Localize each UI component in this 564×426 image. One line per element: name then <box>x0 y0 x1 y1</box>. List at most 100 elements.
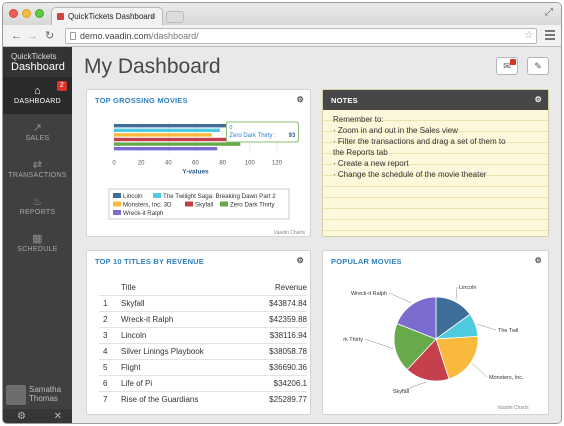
table-row[interactable]: 6 Life of Pi $34206.1 <box>99 374 307 391</box>
panel-settings-icon[interactable]: ⚙ <box>535 256 542 265</box>
notification-badge: 2 <box>57 81 67 91</box>
sidebar-item-label: SALES <box>25 135 50 142</box>
pie-chart: Lincoln The Twil Monsters, Inc. Skyfall rk T… <box>343 285 529 411</box>
row-number: 5 <box>99 358 121 375</box>
top-grossing-panel: TOP GROSSING MOVIES ⚙ 0 20 40 60 80 100 120 Y-v… <box>86 89 311 237</box>
row-number: 6 <box>99 374 121 391</box>
panel-title-text: NOTES <box>331 96 358 105</box>
fullscreen-icon[interactable]: ⤢ <box>545 7 553 18</box>
header-title[interactable]: Title <box>121 281 249 295</box>
tab-close-icon[interactable]: × <box>151 11 156 21</box>
x-axis-label: Y-values <box>182 169 209 176</box>
pie-connector <box>477 323 497 331</box>
bar-3 <box>114 137 237 142</box>
browser-menu-icon[interactable] <box>545 30 555 40</box>
panel-title-text: POPULAR MOVIES <box>331 257 402 266</box>
table-row[interactable]: 7 Rise of the Guardians $25289.77 <box>99 390 307 407</box>
header-num <box>99 281 121 295</box>
legend-swatch <box>113 193 121 198</box>
table-row[interactable]: 4 Silver Linings Playbook $38058.78 <box>99 342 307 359</box>
legend-item: Zero Dark Thirty <box>230 202 275 209</box>
page-icon <box>70 32 76 40</box>
row-revenue: $38116.94 <box>248 326 307 343</box>
legend-swatch <box>113 210 121 215</box>
app-logo: QuickTickets Dashboard <box>3 47 72 77</box>
panel-settings-icon[interactable]: ⚙ <box>535 95 542 104</box>
sidebar-item-reports[interactable]: ♨ REPORTS <box>3 188 72 225</box>
new-tab-button[interactable] <box>166 11 184 23</box>
minimize-window-button[interactable] <box>22 9 31 18</box>
pie-label: rk Thirty <box>343 337 363 343</box>
note-line: · Create a new report <box>333 159 409 168</box>
pie-label: Lincoln <box>459 285 476 291</box>
row-number: 4 <box>99 342 121 359</box>
avatar <box>6 385 26 405</box>
legend-swatch <box>153 193 161 198</box>
calendar-icon: ▦ <box>32 233 43 245</box>
maximize-window-button[interactable] <box>35 9 44 18</box>
table-row[interactable]: 2 Wreck-it Ralph $42359.88 <box>99 310 307 327</box>
pie-connector <box>364 338 394 349</box>
row-number: 7 <box>99 390 121 407</box>
url-input[interactable]: demo.vaadin.com/dashboard/ ☆ <box>65 28 537 44</box>
flame-icon: ♨ <box>32 196 43 208</box>
x-tick-label: 120 <box>272 161 283 167</box>
dashboard-app: QuickTickets Dashboard ⌂ DASHBOARD 2 ↗ S… <box>3 47 561 423</box>
logo-line2: Dashboard <box>11 61 65 73</box>
row-revenue: $42359.88 <box>248 310 307 327</box>
notes-textarea[interactable]: Remember to: · Zoom in and out in the Sal… <box>323 110 548 236</box>
note-line: · Filter the transactions and drag a set… <box>333 137 506 146</box>
panel-settings-icon[interactable]: ⚙ <box>297 95 304 104</box>
top10-panel: TOP 10 TITLES BY REVENUE ⚙ Title Revenue… <box>86 250 311 415</box>
row-title: Wreck-it Ralph <box>121 310 249 327</box>
notifications-button[interactable]: ✉ <box>496 57 518 75</box>
sidebar-item-sales[interactable]: ↗ SALES <box>3 114 72 151</box>
close-window-button[interactable] <box>9 9 18 18</box>
sidebar-item-label: SCHEDULE <box>17 246 58 253</box>
legend-item: The Twilight Saga: Breaking Dawn Part 2 <box>163 193 276 200</box>
legend-swatch <box>113 201 121 207</box>
table-row[interactable]: 3 Lincoln $38116.94 <box>99 326 307 343</box>
tooltip-value: 93 <box>289 133 296 139</box>
panel-title: POPULAR MOVIES ⚙ <box>323 251 548 271</box>
row-number: 3 <box>99 326 121 343</box>
table-row[interactable]: 1 Skyfall $43874.84 <box>99 294 307 311</box>
sidebar-item-transactions[interactable]: ⇄ TRANSACTIONS <box>3 151 72 188</box>
pie-label: The Twil <box>498 328 518 334</box>
main-content: My Dashboard ✉ ✎ TOP GROSSING MOVIES ⚙ 0… <box>72 47 561 423</box>
row-title: Rise of the Guardians <box>121 390 249 407</box>
sidebar-item-dashboard[interactable]: ⌂ DASHBOARD 2 <box>3 77 72 114</box>
tab-title: QuickTickets Dashboard <box>68 12 155 21</box>
back-icon[interactable]: ← <box>11 29 22 43</box>
user-profile[interactable]: Samatha Thomas <box>3 383 72 409</box>
reload-icon[interactable]: ↻ <box>45 29 54 43</box>
page-title: My Dashboard <box>84 55 221 78</box>
bookmark-star-icon[interactable]: ☆ <box>524 29 533 43</box>
sidebar-item-schedule[interactable]: ▦ SCHEDULE <box>3 225 72 262</box>
forward-icon[interactable]: → <box>27 29 38 43</box>
sidebar-item-label: TRANSACTIONS <box>8 172 67 179</box>
browser-tab[interactable]: QuickTickets Dashboard × <box>51 7 163 25</box>
legend-item: Monsters, Inc. 3D <box>123 202 172 209</box>
popular-movies-panel: POPULAR MOVIES ⚙ Lincoln The Twil Monsters… <box>322 250 549 415</box>
settings-gear-icon[interactable]: ⚙ <box>17 411 26 422</box>
edit-button[interactable]: ✎ <box>527 57 549 75</box>
row-revenue: $36690.36 <box>248 358 307 375</box>
row-title: Silver Linings Playbook <box>121 342 249 359</box>
logout-icon[interactable]: ✕ <box>54 411 62 422</box>
row-title: Life of Pi <box>121 374 249 391</box>
header-revenue[interactable]: Revenue <box>249 281 307 295</box>
url-path: /dashboard/ <box>151 31 199 41</box>
panel-settings-icon[interactable]: ⚙ <box>297 256 304 265</box>
chart-tooltip <box>225 121 299 143</box>
table-header-row: Title Revenue <box>99 281 307 295</box>
x-tick-label: 100 <box>245 161 256 167</box>
legend-item: Lincoln <box>123 193 143 200</box>
bar-0 <box>114 124 230 128</box>
sidebar-item-label: DASHBOARD <box>13 98 62 105</box>
browser-titlebar: QuickTickets Dashboard × ⤢ <box>3 3 561 25</box>
panel-title: NOTES ⚙ <box>323 90 548 110</box>
table-row[interactable]: 5 Flight $36690.36 <box>99 358 307 375</box>
pie-label: Skyfall <box>393 389 409 395</box>
pie-label: Monsters, Inc. <box>489 375 524 381</box>
